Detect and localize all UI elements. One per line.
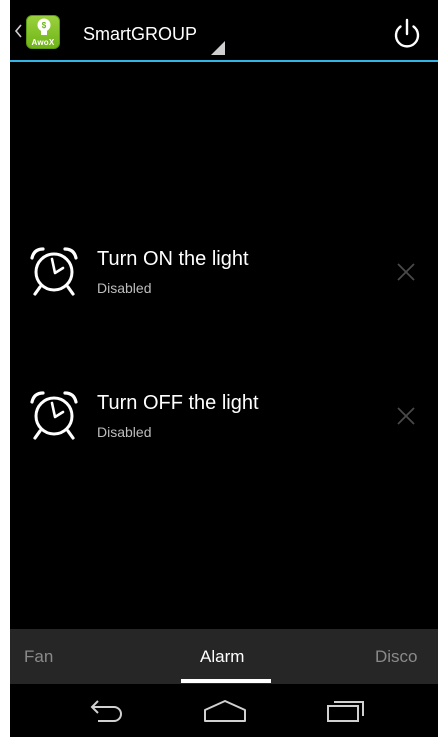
alarm-clock-icon (30, 247, 78, 296)
home-icon[interactable] (202, 698, 248, 724)
tab-disco[interactable]: Disco (375, 647, 418, 667)
alarm-status: Disabled (97, 424, 152, 440)
app-title: SmartGROUP (83, 24, 198, 44)
alarm-item-turn-off[interactable]: Turn OFF the light Disabled (10, 380, 438, 450)
alarm-title: Turn OFF the light (97, 392, 259, 414)
navigation-bar (10, 684, 438, 737)
phone-screen: $ AwoX SmartGROUP Turn ON the light Disa… (10, 0, 438, 737)
alarm-status: Disabled (97, 280, 152, 296)
lightbulb-icon: $ (37, 18, 51, 35)
power-icon[interactable] (384, 14, 430, 54)
app-logo[interactable]: $ AwoX (26, 15, 60, 49)
alarm-item-turn-on[interactable]: Turn ON the light Disabled (10, 236, 438, 306)
close-icon[interactable] (394, 260, 418, 284)
tab-fan[interactable]: Fan (24, 647, 53, 667)
action-bar: $ AwoX SmartGROUP (10, 0, 438, 62)
svg-text:$: $ (42, 21, 47, 30)
recents-icon[interactable] (324, 697, 368, 723)
alarm-title: Turn ON the light (97, 248, 249, 270)
chevron-left-icon[interactable] (13, 21, 23, 41)
logo-text: AwoX (31, 38, 55, 47)
tab-strip: Fan Alarm Disco (10, 629, 438, 684)
tab-alarm[interactable]: Alarm (200, 647, 244, 667)
alarm-clock-icon (30, 391, 78, 440)
back-arrow-icon[interactable] (86, 698, 128, 724)
close-icon[interactable] (394, 404, 418, 428)
dropdown-corner-icon (211, 41, 225, 55)
group-selector[interactable]: SmartGROUP (73, 19, 233, 57)
tab-selected-indicator (181, 679, 271, 683)
